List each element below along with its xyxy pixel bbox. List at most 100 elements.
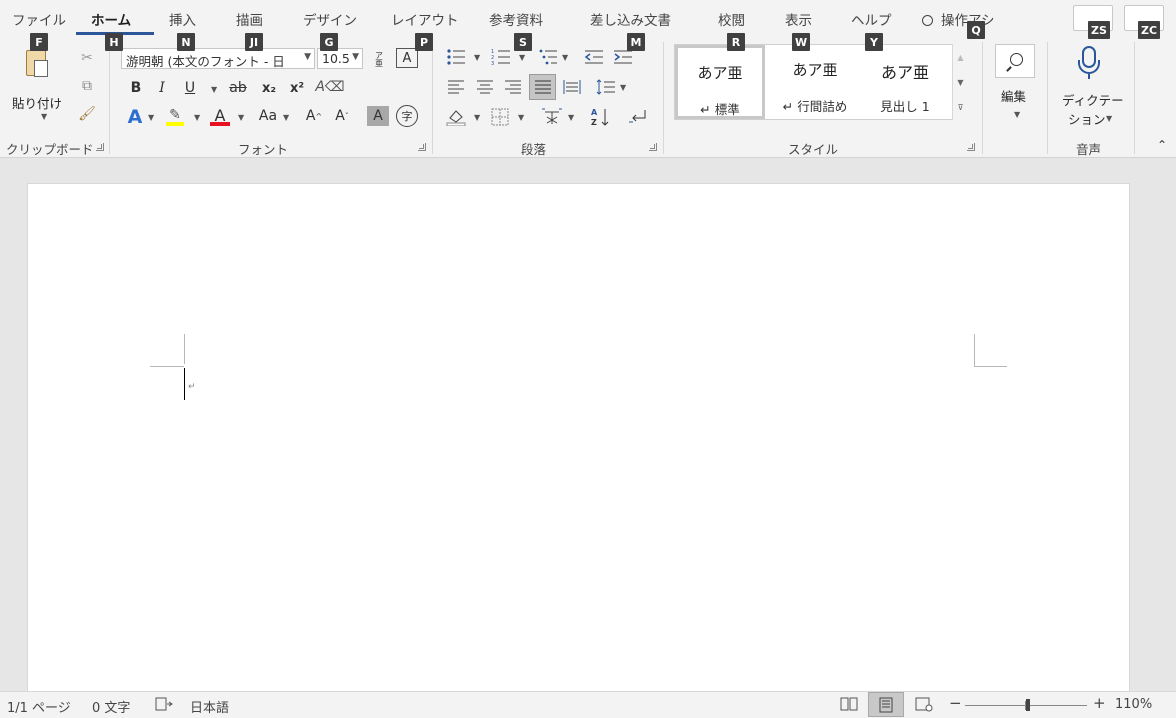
font-launcher-icon[interactable] — [418, 143, 426, 151]
shading-dropdown-icon[interactable]: ▼ — [474, 113, 480, 122]
tab-references[interactable]: 参考資料 — [489, 9, 543, 29]
paste-icon — [26, 50, 48, 77]
character-shading-button[interactable]: A — [367, 106, 389, 126]
shrink-font-button[interactable]: Aˇ — [331, 106, 353, 126]
character-border-icon[interactable]: A — [396, 48, 418, 68]
bold-button[interactable]: B — [126, 78, 146, 98]
align-center-icon[interactable] — [474, 76, 496, 98]
numbering-dropdown-icon[interactable]: ▼ — [519, 53, 525, 62]
gallery-scroll-up-icon[interactable]: ▲ — [952, 44, 968, 70]
shading-icon[interactable] — [445, 106, 467, 128]
tab-layout[interactable]: レイアウト — [391, 9, 459, 29]
font-size-value: 10.5 — [322, 51, 350, 66]
change-case-dropdown-icon[interactable]: ▼ — [283, 113, 289, 122]
superscript-button[interactable]: x² — [285, 78, 309, 98]
line-spacing-icon[interactable] — [595, 76, 617, 98]
paragraph-launcher-icon[interactable] — [649, 143, 657, 151]
style-no-spacing[interactable]: あア亜 ↵ 行間詰め — [770, 45, 860, 119]
proofing-icon[interactable] — [155, 696, 173, 716]
editing-button[interactable]: 編集 ▼ — [993, 42, 1039, 130]
highlight-icon[interactable]: ✎ — [164, 104, 186, 126]
style-normal[interactable]: あア亜 ↵ 標準 — [675, 45, 765, 119]
zoom-slider[interactable] — [965, 699, 1087, 711]
align-right-icon[interactable] — [502, 76, 524, 98]
font-size-combo[interactable]: 10.5 ▼ — [317, 48, 363, 69]
tab-view[interactable]: 表示 — [785, 9, 812, 29]
web-layout-icon[interactable] — [915, 696, 933, 716]
clipboard-launcher-icon[interactable] — [96, 143, 104, 151]
bullets-icon[interactable] — [445, 46, 467, 68]
zoom-slider-thumb[interactable] — [1026, 699, 1030, 711]
collapse-ribbon-icon[interactable]: ⌃ — [1154, 138, 1170, 152]
editing-label: 編集 — [1001, 89, 1027, 104]
sort-icon[interactable]: AZ — [589, 106, 613, 128]
asian-layout-dropdown-icon[interactable]: ▼ — [568, 113, 574, 122]
tab-help[interactable]: ヘルプ — [851, 9, 892, 29]
strikethrough-button[interactable]: ab — [225, 78, 251, 98]
highlight-dropdown-icon[interactable]: ▼ — [194, 113, 200, 122]
distributed-icon[interactable] — [561, 76, 583, 98]
bullets-dropdown-icon[interactable]: ▼ — [474, 53, 480, 62]
font-color-dropdown-icon[interactable]: ▼ — [238, 113, 244, 122]
tab-mailings[interactable]: 差し込み文書 — [590, 9, 671, 29]
dictate-button[interactable]: ディクテー ション ▼ — [1056, 42, 1126, 130]
grow-font-button[interactable]: A ^ — [303, 106, 325, 126]
furigana-icon[interactable]: ア亜 — [369, 47, 389, 71]
style-sample: あア亜 — [697, 64, 743, 82]
tab-design[interactable]: デザイン — [303, 9, 357, 29]
paragraph-mark: ↵ — [188, 382, 196, 392]
paragraph-group-label: 段落 — [521, 142, 547, 157]
read-mode-icon[interactable] — [840, 696, 858, 716]
font-name-combo[interactable]: 游明朝 (本文のフォント - 日 ▼ — [121, 48, 315, 69]
format-painter-icon[interactable]: 🖌 — [77, 104, 97, 124]
styles-launcher-icon[interactable] — [967, 143, 975, 151]
style-heading-1[interactable]: あア亜 見出し 1 — [860, 45, 950, 119]
borders-dropdown-icon[interactable]: ▼ — [518, 113, 524, 122]
multilevel-dropdown-icon[interactable]: ▼ — [562, 53, 568, 62]
borders-icon[interactable] — [489, 106, 511, 128]
language-indicator[interactable]: 日本語 — [190, 697, 229, 716]
tab-insert[interactable]: 挿入 — [169, 9, 196, 29]
line-spacing-dropdown-icon[interactable]: ▼ — [620, 83, 626, 92]
cut-icon[interactable]: ✂ — [77, 48, 97, 68]
italic-button[interactable]: I — [152, 78, 172, 98]
text-effects-icon[interactable]: A — [124, 106, 146, 128]
change-case-button[interactable]: Aa — [253, 106, 283, 126]
show-formatting-marks-icon[interactable] — [625, 106, 649, 128]
zoom-in-icon[interactable]: + — [1093, 694, 1106, 712]
copy-icon[interactable]: ⧉ — [77, 76, 97, 96]
svg-text:3: 3 — [491, 61, 494, 66]
tab-home[interactable]: ホーム — [91, 9, 131, 29]
zoom-out-icon[interactable]: − — [949, 694, 962, 712]
paste-button[interactable]: 貼り付け ▼ — [6, 44, 68, 124]
decrease-indent-icon[interactable] — [583, 46, 605, 68]
tab-file[interactable]: ファイル — [12, 9, 66, 29]
enclose-characters-button[interactable]: 字 — [396, 105, 418, 127]
underline-button[interactable]: U — [180, 78, 200, 98]
paste-dropdown-icon[interactable]: ▼ — [41, 112, 47, 121]
font-name-value: 游明朝 (本文のフォント - 日 — [126, 54, 285, 69]
gallery-more-icon[interactable]: ⊽ — [952, 95, 968, 120]
align-left-icon[interactable] — [445, 76, 467, 98]
keytip-insert: N — [177, 33, 195, 51]
tab-draw[interactable]: 描画 — [236, 9, 263, 29]
page-count[interactable]: 1/1 ページ — [7, 697, 71, 716]
gallery-scroll-down-icon[interactable]: ▼ — [952, 70, 968, 95]
multilevel-list-icon[interactable] — [537, 46, 559, 68]
font-color-icon[interactable]: A — [209, 104, 231, 126]
print-layout-icon[interactable] — [868, 692, 904, 717]
word-count[interactable]: 0 文字 — [92, 697, 130, 716]
clear-formatting-icon[interactable]: A⌫ — [315, 76, 344, 98]
document-page[interactable]: ↵ — [27, 183, 1130, 703]
zoom-level[interactable]: 110% — [1115, 697, 1152, 712]
subscript-button[interactable]: x₂ — [257, 78, 281, 98]
tab-review[interactable]: 校閲 — [718, 9, 745, 29]
text-effects-dropdown-icon[interactable]: ▼ — [148, 113, 154, 122]
justify-icon[interactable] — [529, 74, 556, 100]
asian-layout-icon[interactable] — [540, 106, 564, 128]
keytip-help: Y — [865, 33, 883, 51]
document-canvas: ↵ — [0, 159, 1176, 703]
crop-mark-top-left — [184, 334, 185, 364]
numbering-icon[interactable]: 123 — [490, 46, 512, 68]
underline-dropdown-icon[interactable]: ▼ — [211, 85, 217, 94]
